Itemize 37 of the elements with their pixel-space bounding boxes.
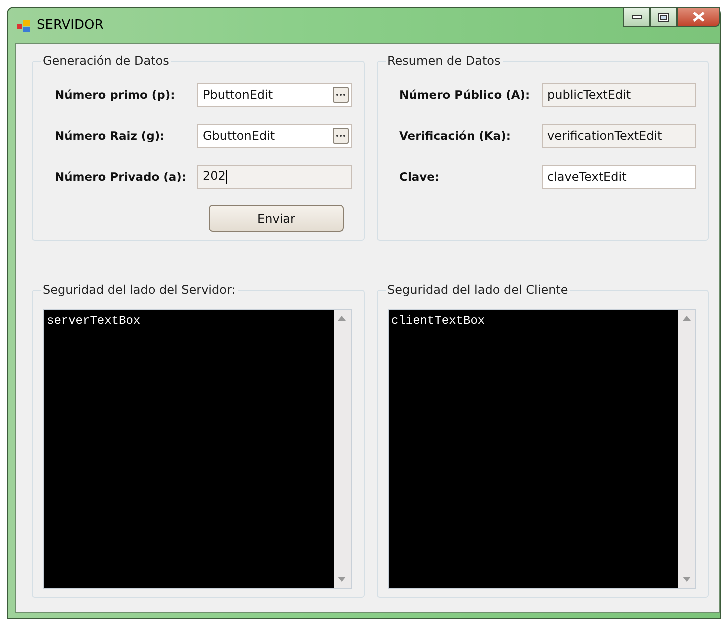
field-label: Clave: (400, 170, 441, 184)
group-title: Resumen de Datos (386, 54, 502, 68)
minimize-button[interactable] (623, 7, 650, 27)
group-title: Seguridad del lado del Servidor: (42, 283, 237, 297)
console-textbox[interactable]: serverTextBox (43, 309, 352, 589)
field-label: Número Privado (a): (55, 170, 188, 184)
group-title: Generación de Datos (42, 54, 170, 68)
group-title: Seguridad del lado del Cliente (386, 283, 570, 297)
scrollbar[interactable] (678, 310, 695, 588)
app-icon (17, 18, 31, 32)
input-field[interactable]: verificationTextEdit (542, 124, 696, 148)
console-textbox[interactable]: clientTextBox (388, 309, 696, 589)
maximize-icon (658, 12, 669, 22)
input-field[interactable]: GbuttonEdit (197, 124, 352, 148)
input-field[interactable]: claveTextEdit (542, 164, 696, 188)
scrollbar[interactable] (334, 310, 350, 588)
scroll-up-icon (338, 316, 346, 321)
scroll-down-icon (682, 577, 690, 582)
dots-icon (336, 134, 346, 138)
field-label: Número Público (A): (400, 88, 532, 102)
input-field[interactable]: PbuttonEdit (197, 82, 352, 106)
input-field[interactable]: 202 (197, 164, 352, 188)
field-label: Número Raiz (g): (55, 128, 166, 142)
field-label: Número primo (p): (55, 88, 176, 102)
dots-icon (336, 92, 346, 96)
minimize-icon (632, 15, 642, 19)
ellipsis-button[interactable] (332, 128, 348, 144)
scroll-down-icon (338, 577, 346, 582)
close-button[interactable] (677, 7, 720, 27)
window-title: SERVIDOR (37, 18, 105, 33)
maximize-button[interactable] (650, 7, 677, 27)
scroll-up-icon (682, 316, 690, 321)
ellipsis-button[interactable] (332, 86, 348, 102)
input-field[interactable]: publicTextEdit (542, 82, 696, 106)
send-button[interactable]: Enviar (209, 205, 344, 232)
close-icon (692, 12, 704, 22)
field-label: Verificación (Ka): (400, 128, 512, 142)
